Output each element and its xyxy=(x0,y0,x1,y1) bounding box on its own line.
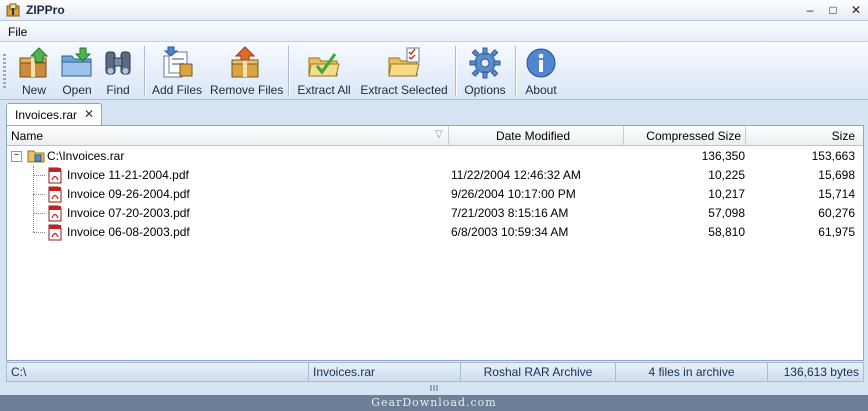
compressed-size: 10,217 xyxy=(708,187,745,201)
find-button-label: Find xyxy=(106,83,130,97)
add-files-button-label: Add Files xyxy=(152,83,203,97)
file-size: 15,714 xyxy=(818,187,855,201)
close-button[interactable]: ✕ xyxy=(846,3,866,18)
status-archive-name: Invoices.rar xyxy=(309,363,461,381)
info-icon xyxy=(526,48,556,78)
add-files-icon xyxy=(163,46,193,78)
extract-selected-button-label: Extract Selected xyxy=(360,83,448,97)
gear-icon xyxy=(469,47,501,79)
column-name[interactable]: Name xyxy=(7,126,449,146)
remove-files-button[interactable]: Remove Files xyxy=(210,46,284,98)
toolbar: New Open Find Add Files Remove Files Ext… xyxy=(0,42,868,100)
table-row[interactable]: Invoice 06-08-2003.pdf 6/8/2003 10:59:34… xyxy=(7,223,863,242)
open-button-label: Open xyxy=(62,83,92,97)
tree-line xyxy=(33,175,45,176)
table-row[interactable]: Invoice 11-21-2004.pdf 11/22/2004 12:46:… xyxy=(7,166,863,185)
extract-all-button[interactable]: Extract All xyxy=(296,46,352,98)
date-modified: 7/21/2003 8:15:16 AM xyxy=(451,206,569,220)
menu-bar: File xyxy=(0,21,868,42)
status-bar: C:\ Invoices.rar Roshal RAR Archive 4 fi… xyxy=(6,362,864,382)
toolbar-separator xyxy=(144,46,146,96)
table-row[interactable]: Invoice 09-26-2004.pdf 9/26/2004 10:17:0… xyxy=(7,185,863,204)
pdf-file-icon xyxy=(48,224,62,241)
watermark: GearDownload.com xyxy=(0,395,868,411)
toolbar-separator xyxy=(455,46,457,96)
menu-file[interactable]: File xyxy=(8,25,27,39)
compressed-size: 58,810 xyxy=(708,225,745,239)
new-archive-icon xyxy=(19,47,49,78)
minimize-button[interactable]: – xyxy=(800,3,820,18)
file-name: C:\Invoices.rar xyxy=(47,149,125,163)
file-name: Invoice 07-20-2003.pdf xyxy=(67,206,190,220)
file-size: 153,663 xyxy=(811,149,855,163)
new-button-label: New xyxy=(21,83,46,97)
status-total-bytes: 136,613 bytes xyxy=(783,365,859,379)
pdf-file-icon xyxy=(48,205,62,222)
toolbar-separator xyxy=(288,46,290,96)
file-name: Invoice 09-26-2004.pdf xyxy=(67,187,190,201)
status-path: C:\ xyxy=(7,363,309,381)
sort-indicator-icon: ▽ xyxy=(435,129,443,140)
resize-grip[interactable] xyxy=(430,385,438,391)
file-size: 60,276 xyxy=(818,206,855,220)
open-button[interactable]: Open xyxy=(58,46,96,98)
find-button[interactable]: Find xyxy=(100,46,136,98)
file-name: Invoice 11-21-2004.pdf xyxy=(67,168,189,182)
archive-folder-icon xyxy=(27,150,45,163)
toolbar-separator xyxy=(515,46,517,96)
new-button[interactable]: New xyxy=(15,46,53,98)
tree-line xyxy=(33,213,45,214)
title-bar: ZIPPro – □ ✕ xyxy=(0,0,868,21)
binoculars-icon xyxy=(105,51,131,75)
about-button[interactable]: About xyxy=(522,46,560,98)
open-folder-icon xyxy=(61,47,92,77)
date-modified: 9/26/2004 10:17:00 PM xyxy=(451,187,576,201)
status-archive-type: Roshal RAR Archive xyxy=(461,363,616,381)
date-modified: 6/8/2003 10:59:34 AM xyxy=(451,225,569,239)
pdf-file-icon xyxy=(48,186,62,203)
add-files-button[interactable]: Add Files xyxy=(152,46,202,98)
table-row-root[interactable]: − C:\Invoices.rar 136,350 153,663 xyxy=(7,147,863,166)
file-size: 61,975 xyxy=(818,225,855,239)
status-file-count: 4 files in archive xyxy=(616,363,768,381)
options-button-label: Options xyxy=(464,83,506,97)
toolbar-grip[interactable] xyxy=(3,54,6,90)
table-row[interactable]: Invoice 07-20-2003.pdf 7/21/2003 8:15:16… xyxy=(7,204,863,223)
extract-all-button-label: Extract All xyxy=(297,83,351,97)
column-header: Name ▽ Date Modified Compressed Size Siz… xyxy=(7,126,863,146)
column-size[interactable]: Size xyxy=(746,126,863,146)
remove-files-icon xyxy=(231,46,259,78)
compressed-size: 57,098 xyxy=(708,206,745,220)
compressed-size: 10,225 xyxy=(708,168,745,182)
tab-strip: Invoices.rar ✕ xyxy=(4,101,864,126)
tree-line xyxy=(33,232,45,233)
tab-invoices-rar[interactable]: Invoices.rar ✕ xyxy=(6,103,102,126)
archive-file-list: Name ▽ Date Modified Compressed Size Siz… xyxy=(6,125,864,361)
column-date-modified[interactable]: Date Modified xyxy=(449,126,624,146)
tab-close-icon[interactable]: ✕ xyxy=(84,107,94,121)
extract-selected-icon xyxy=(388,47,420,77)
column-compressed-size[interactable]: Compressed Size xyxy=(624,126,746,146)
extract-all-icon xyxy=(308,53,340,77)
file-size: 15,698 xyxy=(818,168,855,182)
extract-selected-button[interactable]: Extract Selected xyxy=(360,46,448,98)
maximize-button[interactable]: □ xyxy=(823,3,843,18)
pdf-file-icon xyxy=(48,167,62,184)
file-name: Invoice 06-08-2003.pdf xyxy=(67,225,190,239)
about-button-label: About xyxy=(525,83,557,97)
tree-line xyxy=(33,194,45,195)
compressed-size: 136,350 xyxy=(701,149,745,163)
app-logo-icon xyxy=(6,3,20,17)
tab-label: Invoices.rar xyxy=(15,108,78,122)
collapse-toggle[interactable]: − xyxy=(11,151,22,162)
window-title: ZIPPro xyxy=(26,3,65,17)
options-button[interactable]: Options xyxy=(463,46,507,98)
remove-files-button-label: Remove Files xyxy=(210,83,284,97)
date-modified: 11/22/2004 12:46:32 AM xyxy=(451,168,581,182)
